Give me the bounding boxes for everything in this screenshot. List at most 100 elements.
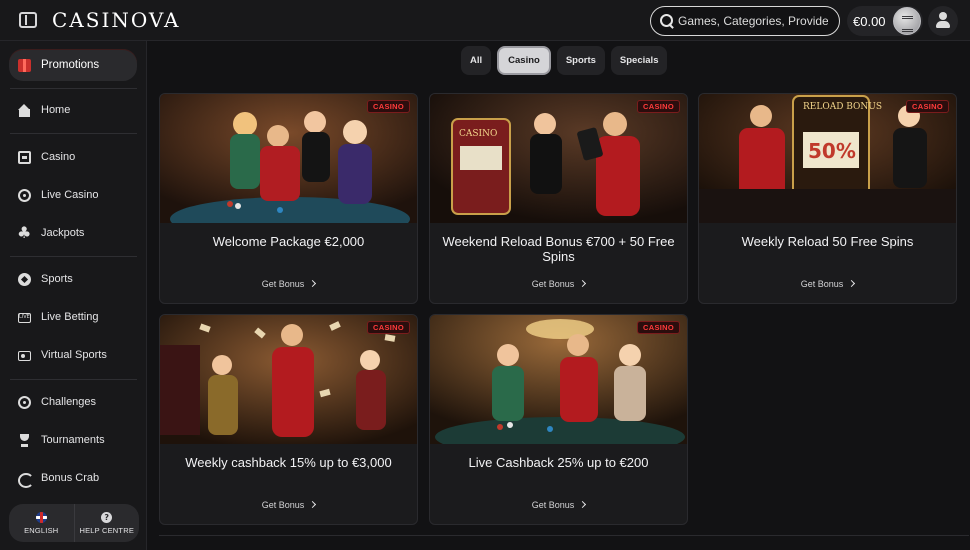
language-label: ENGLISH (24, 525, 59, 535)
sidebar-item-label: Live Betting (41, 311, 99, 323)
sidebar-divider (10, 379, 137, 380)
sidebar-item-challenges[interactable]: Challenges (10, 387, 137, 417)
promo-card[interactable]: RELOAD BONUS 50% CASINO Weekly Reload 50… (698, 93, 957, 304)
reload-sign-text: RELOAD BONUS (803, 102, 882, 112)
section-divider (159, 535, 969, 536)
target-icon (18, 395, 31, 409)
tab-sports[interactable]: Sports (556, 46, 605, 75)
balance-pill[interactable]: €0.00 (847, 6, 923, 36)
promotion-filter-tabs: All Casino Sports Specials (461, 46, 668, 75)
clover-icon (17, 223, 31, 242)
promo-illustration (160, 315, 417, 444)
promo-image: CASINO CASINO (430, 94, 687, 223)
sidebar-item-sports[interactable]: Sports (10, 264, 137, 294)
main-content: All Casino Sports Specials CASINO Welcom… (148, 41, 970, 550)
sidebar-item-label: Tournaments (41, 434, 105, 446)
chevron-right-icon (579, 500, 587, 509)
category-badge: CASINO (637, 321, 680, 334)
sidebar-item-label: Casino (41, 151, 76, 163)
category-badge: CASINO (367, 321, 410, 334)
tab-specials[interactable]: Specials (610, 46, 668, 75)
sidebar-item-live-casino[interactable]: Live Casino (10, 180, 137, 210)
claw-icon (18, 472, 34, 488)
sidebar-item-label: Promotions (41, 59, 100, 71)
promo-image: CASINO (430, 315, 687, 444)
sidebar-divider (10, 256, 137, 257)
sidebar-item-home[interactable]: Home (10, 95, 137, 125)
home-icon (18, 103, 31, 117)
category-badge: CASINO (637, 100, 680, 113)
chevron-right-icon (309, 279, 317, 288)
get-bonus-link[interactable]: Get Bonus (160, 500, 417, 510)
get-bonus-label: Get Bonus (261, 279, 305, 289)
promo-card[interactable]: CASINO Welcome Package €2,000 Get Bonus (159, 93, 418, 304)
promo-illustration: RELOAD BONUS 50% (699, 94, 956, 223)
sidebar: Promotions Home Casino Live Casino Jackp… (0, 41, 147, 550)
sidebar-item-virtual-sports[interactable]: Virtual Sports (10, 340, 137, 370)
tab-all[interactable]: All (461, 46, 492, 75)
sidebar-divider (10, 133, 137, 134)
sidebar-item-bonus-crab[interactable]: Bonus Crab (10, 463, 137, 493)
promo-image: RELOAD BONUS 50% CASINO (699, 94, 956, 223)
sidebar-item-promotions[interactable]: Promotions (9, 49, 137, 81)
sidebar-item-label: Jackpots (41, 227, 85, 239)
tab-casino[interactable]: Casino (497, 46, 551, 75)
top-header: CASINOVA €0.00 (0, 0, 970, 41)
get-bonus-link[interactable]: Get Bonus (430, 500, 687, 510)
search-input[interactable] (678, 14, 828, 28)
get-bonus-label: Get Bonus (800, 279, 844, 289)
get-bonus-link[interactable]: Get Bonus (430, 279, 687, 289)
coins-wallet-icon[interactable] (893, 7, 921, 35)
sidebar-toggle-icon[interactable] (19, 12, 37, 28)
sidebar-item-label: Bonus Crab (41, 472, 100, 484)
sidebar-item-live-betting[interactable]: Live Betting (10, 302, 137, 332)
reload-percent-text: 50% (808, 139, 856, 163)
user-icon (936, 12, 950, 28)
search-box[interactable] (650, 6, 840, 36)
uk-flag-icon (35, 511, 47, 523)
sidebar-item-label: Live Casino (41, 189, 99, 201)
promo-illustration (430, 315, 687, 444)
chevron-right-icon (848, 279, 856, 288)
category-badge: CASINO (367, 100, 410, 113)
language-button[interactable]: ENGLISH (9, 504, 74, 542)
sidebar-item-jackpots[interactable]: Jackpots (10, 218, 137, 248)
balance-amount: €0.00 (853, 13, 886, 29)
sidebar-item-label: Challenges (41, 396, 97, 408)
get-bonus-label: Get Bonus (531, 279, 575, 289)
promo-title: Weekend Reload Bonus €700 + 50 Free Spin… (442, 234, 675, 264)
help-label: HELP CENTRE (79, 525, 135, 535)
sidebar-item-label: Sports (41, 273, 73, 285)
slot-machine-icon (18, 150, 31, 164)
sidebar-item-label: Virtual Sports (41, 349, 107, 361)
casinova-logo[interactable]: CASINOVA (52, 8, 180, 32)
promo-card[interactable]: CASINO CASINO Weekend Reload Bonus €700 … (429, 93, 688, 304)
promo-image: CASINO (160, 94, 417, 223)
promo-title: Live Cashback 25% up to €200 (468, 455, 649, 470)
soccer-ball-icon (18, 272, 31, 286)
sidebar-item-casino[interactable]: Casino (10, 142, 137, 172)
get-bonus-link[interactable]: Get Bonus (699, 279, 956, 289)
promo-illustration (160, 94, 417, 223)
promo-illustration: CASINO (430, 94, 687, 223)
account-button[interactable] (928, 6, 958, 36)
promo-title: Weekly cashback 15% up to €3,000 (185, 455, 392, 470)
trophy-icon (18, 433, 31, 447)
promo-image: CASINO (160, 315, 417, 444)
help-icon: ? (101, 511, 113, 523)
get-bonus-link[interactable]: Get Bonus (160, 279, 417, 289)
get-bonus-label: Get Bonus (531, 500, 575, 510)
live-tv-icon (18, 313, 31, 323)
promo-card[interactable]: CASINO Live Cashback 25% up to €200 Get … (429, 314, 688, 525)
slot-sign-text: CASINO (459, 129, 497, 139)
gift-icon (18, 58, 31, 72)
get-bonus-label: Get Bonus (261, 500, 305, 510)
virtual-screen-icon (18, 351, 31, 361)
sidebar-item-tournaments[interactable]: Tournaments (10, 425, 137, 455)
category-badge: CASINO (906, 100, 949, 113)
sidebar-footer: ENGLISH ? HELP CENTRE (9, 504, 139, 542)
help-centre-button[interactable]: ? HELP CENTRE (73, 504, 140, 542)
promo-title: Weekly Reload 50 Free Spins (741, 234, 914, 249)
chevron-right-icon (579, 279, 587, 288)
promo-card[interactable]: CASINO Weekly cashback 15% up to €3,000 … (159, 314, 418, 525)
